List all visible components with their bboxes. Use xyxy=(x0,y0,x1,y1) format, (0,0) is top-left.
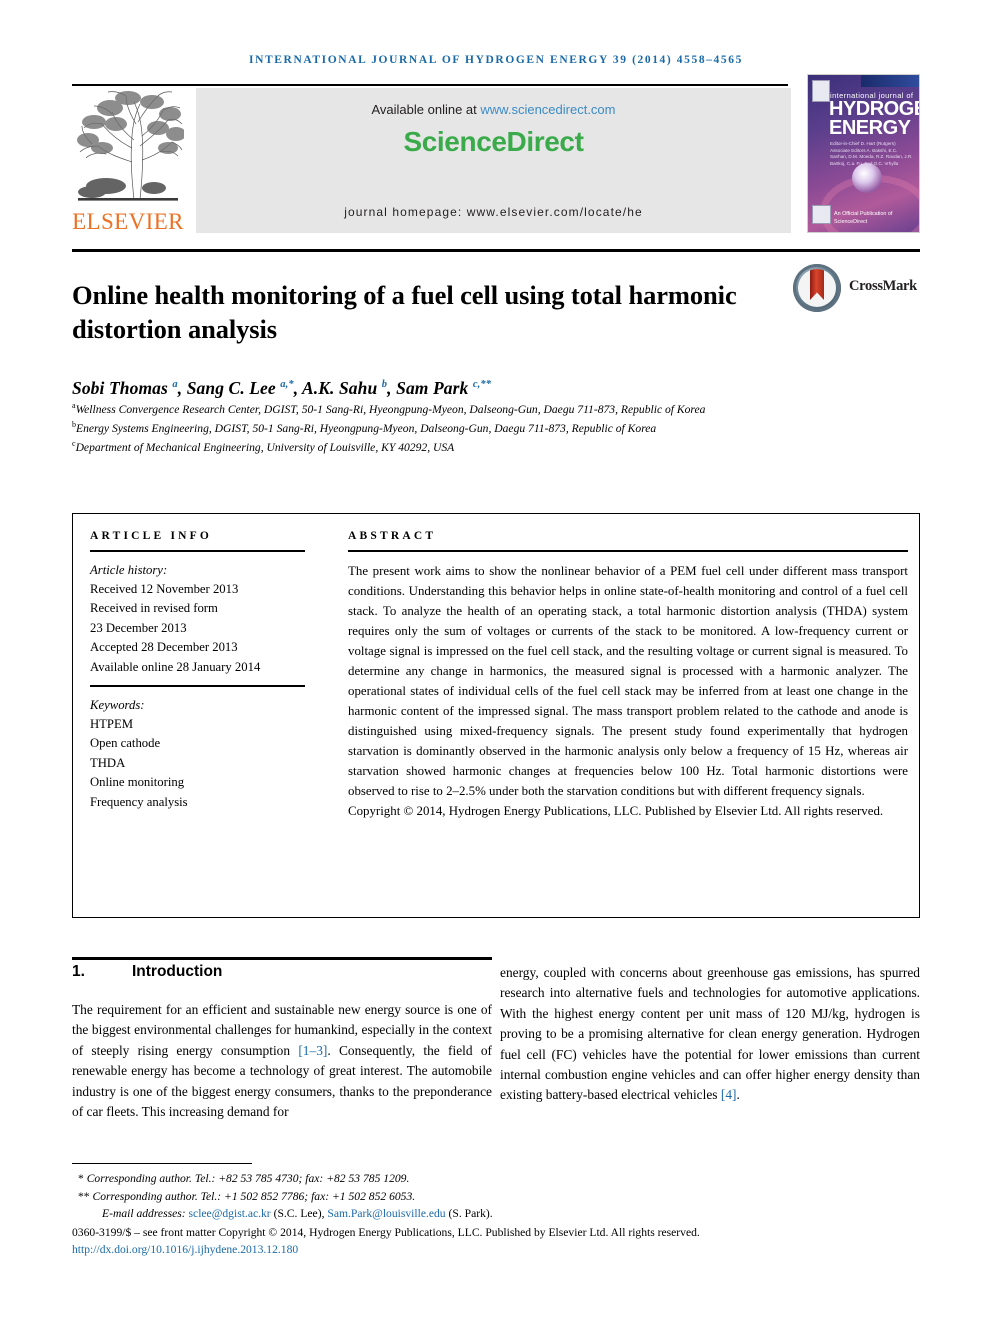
article-history-item: 23 December 2013 xyxy=(90,620,187,635)
email-owner-2: (S. Park). xyxy=(448,1207,493,1221)
corr-2-text: Corresponding author. Tel.: +1 502 852 7… xyxy=(92,1189,416,1203)
available-online-line: Available online at www.sciencedirect.co… xyxy=(196,102,791,117)
cover-top-bar xyxy=(861,75,919,87)
affiliation-item: aWellness Convergence Research Center, D… xyxy=(72,401,706,416)
keywords-divider xyxy=(90,685,305,687)
corr-1-text: Corresponding author. Tel.: +82 53 785 4… xyxy=(86,1172,410,1185)
keyword-item: THDA xyxy=(90,755,126,770)
keyword-item: Open cathode xyxy=(90,736,161,751)
corr-1-marker: * xyxy=(78,1172,84,1185)
keywords-list: HTPEM Open cathode THDA Online monitoring Fr… xyxy=(90,715,305,812)
cover-badge-icon xyxy=(812,80,830,102)
sciencedirect-band: Available online at www.sciencedirect.co… xyxy=(196,88,791,233)
elsevier-logo: ELSEVIER xyxy=(72,88,184,233)
article-info-heading: ARTICLE INFO xyxy=(90,530,213,542)
doi-line: http://dx.doi.org/10.1016/j.ijhydene.201… xyxy=(72,1241,920,1259)
sciencedirect-logo-science: Science xyxy=(403,126,507,157)
sciencedirect-logo: ScienceDirect xyxy=(196,126,791,158)
abstract-heading: ABSTRACT xyxy=(348,530,437,542)
page-title: Online health monitoring of a fuel cell … xyxy=(72,279,737,345)
affiliation-marker: b xyxy=(72,419,76,429)
article-history-list: Received 12 November 2013 Received in rev… xyxy=(90,580,305,677)
info-right-rule xyxy=(919,513,920,918)
info-rule-bottom xyxy=(72,917,920,918)
abstract-body: The present work aims to show the nonlin… xyxy=(348,563,908,799)
citation-link[interactable]: [1–3] xyxy=(298,1043,327,1058)
issn-copyright-line: 0360-3199/$ – see front matter Copyright… xyxy=(72,1225,700,1239)
crossmark-inner-circle xyxy=(798,269,836,307)
keyword-item: Frequency analysis xyxy=(90,794,188,809)
crossmark-ribbon-icon xyxy=(810,269,824,300)
article-history-item: Accepted 28 December 2013 xyxy=(90,640,238,655)
elsevier-wordmark: ELSEVIER xyxy=(72,209,184,234)
crossmark-icon xyxy=(793,264,841,312)
affiliation-marker: a xyxy=(72,401,76,410)
body-column-left: The requirement for an efficient and sus… xyxy=(72,1002,492,1119)
corresponding-author-1: * Corresponding author. Tel.: +82 53 785… xyxy=(72,1170,920,1188)
affiliation-item: bEnergy Systems Engineering, DGIST, 50-1… xyxy=(72,419,657,435)
affiliation-item: cDepartment of Mechanical Engineering, U… xyxy=(72,438,455,454)
cover-footer: An Official Publication of ScienceDirect xyxy=(834,210,893,225)
abstract-divider xyxy=(348,550,908,552)
abstract-column: ABSTRACT The present work aims to show t… xyxy=(348,530,908,821)
body-column-right: energy, coupled with concerns about gree… xyxy=(500,965,920,1103)
article-info-divider xyxy=(90,550,305,552)
author-list: Sobi Thomas a, Sang C. Lee a,*, A.K. Sah… xyxy=(72,378,492,398)
title-rule xyxy=(72,249,920,252)
article-history-item: Available online 28 January 2014 xyxy=(90,659,261,674)
email-link-2[interactable]: Sam.Park@louisville.edu xyxy=(327,1207,445,1220)
keyword-item: HTPEM xyxy=(90,716,133,731)
email-link-1[interactable]: sclee@dgist.ac.kr xyxy=(189,1207,271,1220)
elsevier-tree-icon xyxy=(77,91,184,201)
sciencedirect-logo-direct: Direct xyxy=(506,126,584,157)
crossmark-badge[interactable]: CrossMark xyxy=(793,264,923,316)
email-addresses-line: E-mail addresses: sclee@dgist.ac.kr (S.C… xyxy=(72,1205,920,1223)
running-head-rule xyxy=(72,84,788,86)
article-info-column: ARTICLE INFO Article history: Received 1… xyxy=(90,530,305,812)
info-rule-top xyxy=(72,513,920,514)
footnote-block: * Corresponding author. Tel.: +82 53 785… xyxy=(72,1170,920,1259)
section-number: 1. xyxy=(72,963,85,980)
corr-2-marker: ** xyxy=(78,1189,90,1203)
keywords-label: Keywords: xyxy=(90,697,145,712)
masthead: ELSEVIER Available online at www.science… xyxy=(72,74,920,233)
article-history-item: Received in revised form xyxy=(90,601,218,616)
crossmark-label: CrossMark xyxy=(849,278,917,294)
article-history-label: Article history: xyxy=(90,562,168,577)
journal-cover-thumbnail: international journal of HYDROGEN ENERGY… xyxy=(807,74,920,233)
sciencedirect-url-link[interactable]: www.sciencedirect.com xyxy=(480,102,615,117)
doi-link[interactable]: http://dx.doi.org/10.1016/j.ijhydene.201… xyxy=(72,1243,298,1256)
journal-homepage-line: journal homepage: www.elsevier.com/locat… xyxy=(344,205,643,219)
cover-publisher-icon xyxy=(812,205,831,224)
cover-editors: Editor-in-Chief D. Hart (Rutgers) Associ… xyxy=(830,141,913,166)
section-title: Introduction xyxy=(132,963,223,980)
corresponding-author-2: ** Corresponding author. Tel.: +1 502 85… xyxy=(72,1188,920,1206)
affiliation-list: aWellness Convergence Research Center, D… xyxy=(72,400,920,456)
paper-page: INTERNATIONAL JOURNAL OF HYDROGEN ENERGY… xyxy=(0,0,992,1323)
affiliation-marker: c xyxy=(72,438,76,448)
section-heading: 1. Introduction xyxy=(72,963,492,981)
available-online-text: Available online at xyxy=(371,102,481,117)
running-head: INTERNATIONAL JOURNAL OF HYDROGEN ENERGY… xyxy=(249,54,743,66)
abstract-copyright: Copyright © 2014, Hydrogen Energy Public… xyxy=(348,804,884,819)
citation-link[interactable]: [4] xyxy=(721,1087,737,1102)
footnote-rule xyxy=(72,1163,252,1164)
email-label: E-mail addresses: xyxy=(102,1207,186,1221)
info-left-rule xyxy=(72,513,73,918)
article-history-item: Received 12 November 2013 xyxy=(90,581,239,596)
email-owner-1: (S.C. Lee), xyxy=(273,1207,325,1221)
cover-title-line2: ENERGY xyxy=(829,117,911,139)
keyword-item: Online monitoring xyxy=(90,775,185,790)
section-rule xyxy=(72,957,492,960)
